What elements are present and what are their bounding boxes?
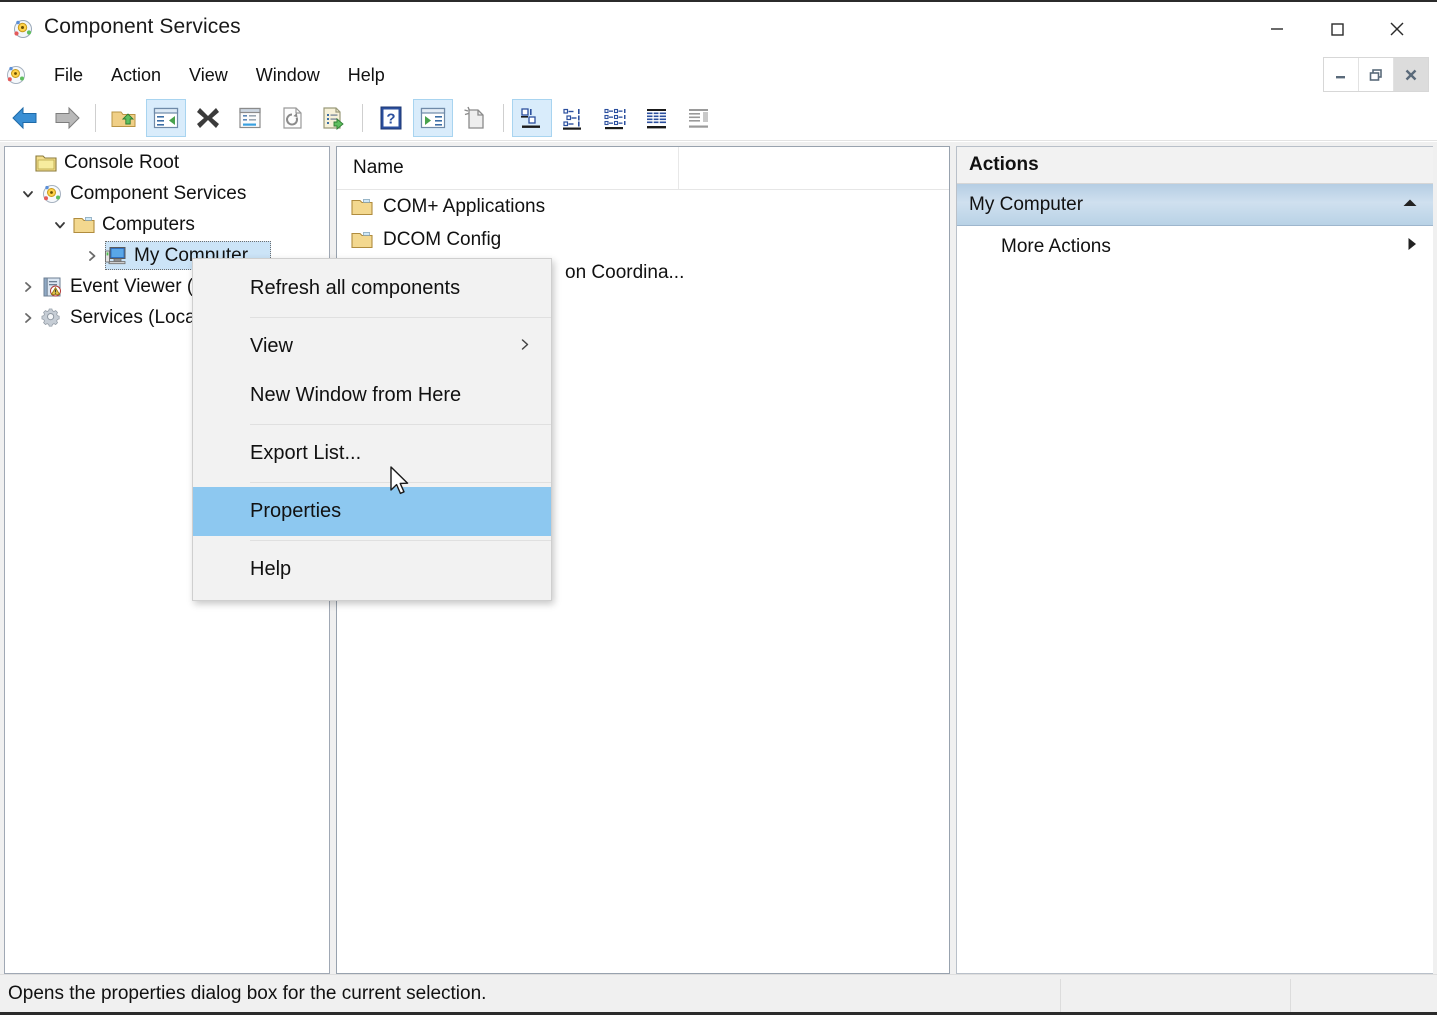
context-menu-item-export-list[interactable]: Export List...	[193, 429, 551, 478]
close-button[interactable]	[1371, 2, 1423, 56]
mouse-cursor-icon	[389, 466, 411, 503]
context-menu-item-refresh-all-components[interactable]: Refresh all components	[193, 264, 551, 313]
folder-icon	[71, 215, 97, 235]
list-item[interactable]: COM+ Applications	[337, 190, 949, 223]
list-item[interactable]: DCOM Config	[337, 223, 949, 256]
view-list-button[interactable]	[596, 99, 636, 137]
mdi-close-button[interactable]	[1394, 58, 1428, 91]
view-small-icons-button[interactable]	[554, 99, 594, 137]
column-header-name[interactable]: Name	[353, 157, 404, 179]
submenu-arrow-icon	[519, 337, 531, 356]
toolbar-separator-2	[362, 104, 363, 132]
view-large-icons-button[interactable]	[512, 99, 552, 137]
mdi-restore-button[interactable]	[1359, 58, 1394, 91]
folder-icon	[351, 230, 379, 250]
list-item-label: DCOM Config	[379, 229, 501, 251]
chevron-up-icon[interactable]	[1401, 194, 1419, 216]
context-menu-item-properties[interactable]: Properties	[193, 487, 551, 536]
actions-pane-title: Actions	[957, 147, 1433, 184]
mdi-window-controls	[1323, 57, 1429, 92]
services-gear-icon	[39, 307, 65, 329]
menu-help[interactable]: Help	[334, 61, 399, 90]
action-item-more-actions[interactable]: More Actions	[957, 226, 1433, 268]
context-menu-item-view[interactable]: View	[193, 322, 551, 371]
chevron-down-icon[interactable]	[49, 218, 71, 232]
menu-bar: File Action View Window Help	[0, 56, 1437, 95]
maximize-button[interactable]	[1311, 2, 1363, 56]
console-document-icon	[5, 65, 27, 87]
list-column-header: Name	[337, 147, 949, 190]
component-services-window: Component Services File	[0, 0, 1437, 1015]
menu-action[interactable]: Action	[97, 61, 175, 90]
tree-node-label: Event Viewer (	[65, 276, 193, 298]
event-viewer-icon	[39, 276, 65, 298]
context-menu-separator	[250, 424, 551, 425]
folder-icon	[351, 197, 379, 217]
context-menu-separator	[250, 317, 551, 318]
title-bar: Component Services	[0, 2, 1437, 56]
tree-node-component-services[interactable]: Component Services	[5, 178, 329, 209]
show-hide-console-tree-button[interactable]	[146, 99, 186, 137]
forward-button[interactable]	[47, 99, 87, 137]
help-button[interactable]: ?	[371, 99, 411, 137]
tree-node-computers[interactable]: Computers	[5, 209, 329, 240]
column-divider[interactable]	[678, 147, 679, 189]
new-object-button[interactable]	[455, 99, 495, 137]
back-button[interactable]	[5, 99, 45, 137]
view-tiles-button[interactable]	[680, 99, 720, 137]
action-item-label: More Actions	[1001, 236, 1111, 258]
tree-node-label: Component Services	[65, 183, 246, 205]
context-menu-item-new-window-from-here[interactable]: New Window from Here	[193, 371, 551, 420]
refresh-button[interactable]	[272, 99, 312, 137]
actions-pane: Actions My Computer More Actions	[956, 146, 1433, 974]
open-folder-icon	[33, 153, 59, 173]
actions-group-label: My Computer	[969, 194, 1083, 216]
delete-button[interactable]	[188, 99, 228, 137]
component-services-icon	[12, 19, 34, 41]
component-services-icon	[39, 183, 65, 205]
page-title: Component Services	[44, 15, 241, 39]
context-menu-item-label: View	[250, 335, 293, 358]
context-menu-item-help[interactable]: Help	[193, 545, 551, 594]
minimize-button[interactable]	[1251, 2, 1303, 56]
menu-window[interactable]: Window	[242, 61, 334, 90]
toolbar-separator-1	[95, 104, 96, 132]
actions-group-my-computer[interactable]: My Computer	[957, 184, 1433, 226]
chevron-right-icon[interactable]	[81, 249, 103, 263]
toolbar: ?	[0, 95, 1437, 141]
menu-file[interactable]: File	[40, 61, 97, 90]
mdi-minimize-button[interactable]	[1324, 58, 1359, 91]
context-menu-separator	[250, 540, 551, 541]
list-item-label: COM+ Applications	[379, 196, 545, 218]
properties-button[interactable]	[230, 99, 270, 137]
show-hide-action-pane-button[interactable]	[413, 99, 453, 137]
menu-item-list: File Action View Window Help	[40, 56, 399, 95]
chevron-right-icon[interactable]	[17, 280, 39, 294]
tree-node-console-root[interactable]: Console Root	[5, 147, 329, 178]
tree-node-label: Computers	[97, 214, 195, 236]
status-bar-divider	[1290, 979, 1291, 1012]
tree-node-label: Console Root	[59, 152, 179, 174]
up-one-level-button[interactable]	[104, 99, 144, 137]
view-detail-button[interactable]	[638, 99, 678, 137]
status-bar-divider	[1060, 979, 1061, 1012]
chevron-right-icon[interactable]	[17, 311, 39, 325]
context-menu: Refresh all components View New Window f…	[192, 258, 552, 601]
toolbar-separator-3	[503, 104, 504, 132]
chevron-down-icon[interactable]	[17, 187, 39, 201]
svg-text:?: ?	[386, 110, 395, 127]
status-bar: Opens the properties dialog box for the …	[0, 974, 1437, 1015]
export-list-button[interactable]	[314, 99, 354, 137]
computer-icon	[103, 245, 129, 267]
submenu-arrow-icon[interactable]	[1405, 236, 1419, 258]
status-bar-text: Opens the properties dialog box for the …	[8, 983, 486, 1005]
menu-view[interactable]: View	[175, 61, 242, 90]
tree-node-label: Services (Loca	[65, 307, 196, 329]
